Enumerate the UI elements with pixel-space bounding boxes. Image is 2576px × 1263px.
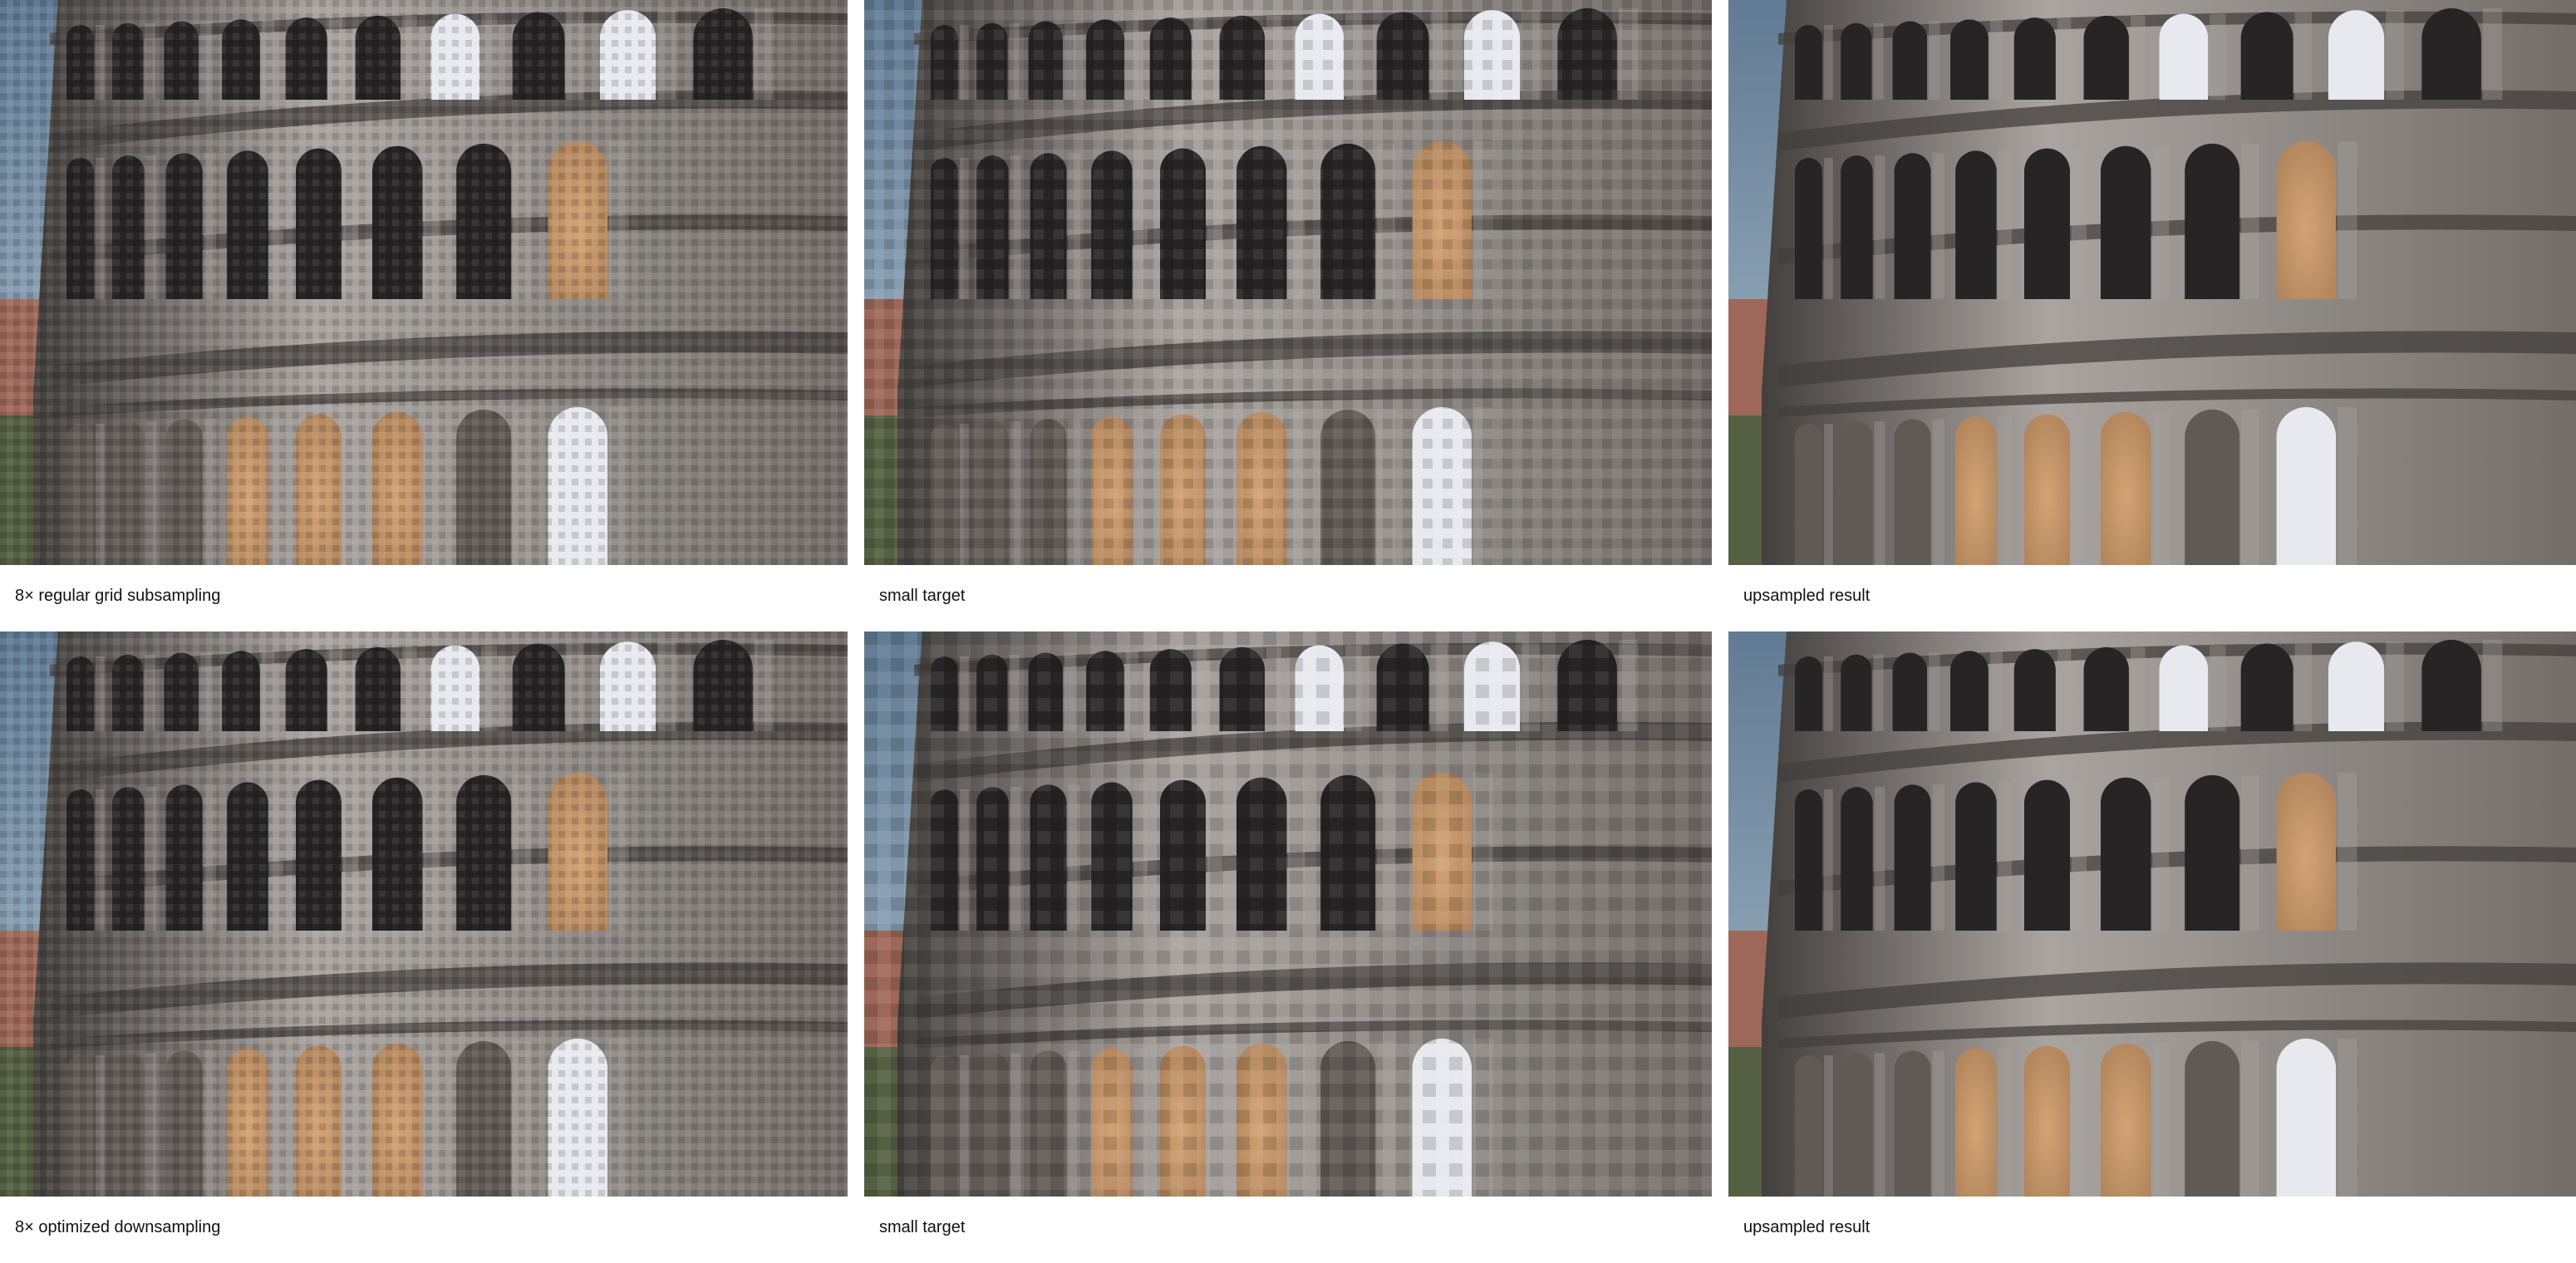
colosseum-photo [0, 0, 848, 565]
comparison-grid: 8× regular grid subsampling small target… [0, 0, 2576, 1263]
colosseum-photo [864, 632, 1712, 1197]
caption: small target [879, 1218, 966, 1236]
panel-row2-optimized-downsampling: 8× optimized downsampling [0, 632, 848, 1263]
caption: small target [879, 587, 966, 605]
colosseum-photo [864, 0, 1712, 565]
caption: upsampled result [1743, 587, 1871, 605]
panel-row2-small-target: small target [864, 632, 1712, 1263]
panel-row2-upsampled-result: upsampled result [1728, 632, 2576, 1263]
colosseum-photo [1728, 0, 2576, 565]
panel-row1-small-target: small target [864, 0, 1712, 632]
colosseum-photo [0, 632, 848, 1197]
caption: upsampled result [1743, 1218, 1871, 1236]
colosseum-photo [1728, 632, 2576, 1197]
caption: 8× regular grid subsampling [15, 587, 221, 605]
panel-row1-upsampled-result: upsampled result [1728, 0, 2576, 632]
caption: 8× optimized downsampling [15, 1218, 221, 1236]
panel-row1-regular-subsampling: 8× regular grid subsampling [0, 0, 848, 632]
